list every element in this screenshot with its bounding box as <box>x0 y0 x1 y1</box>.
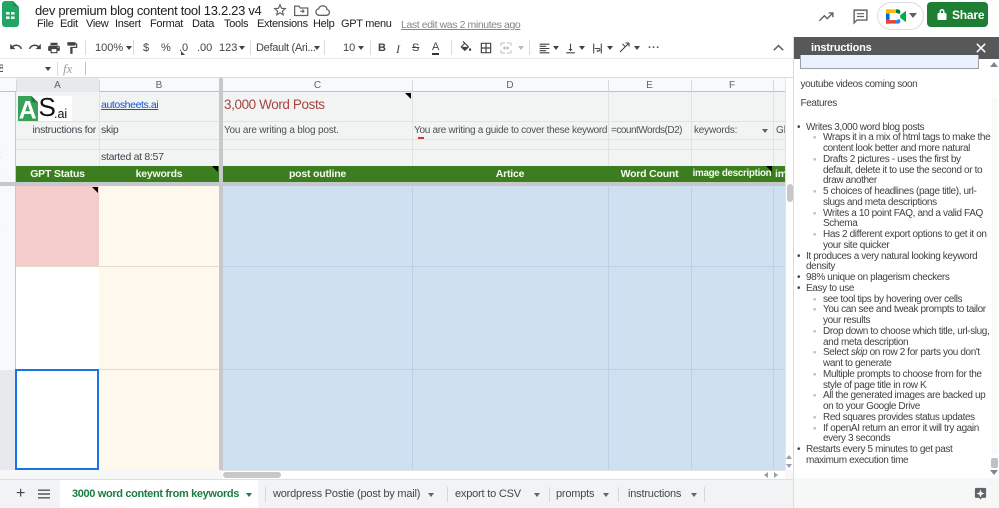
svg-text:A: A <box>19 96 37 121</box>
